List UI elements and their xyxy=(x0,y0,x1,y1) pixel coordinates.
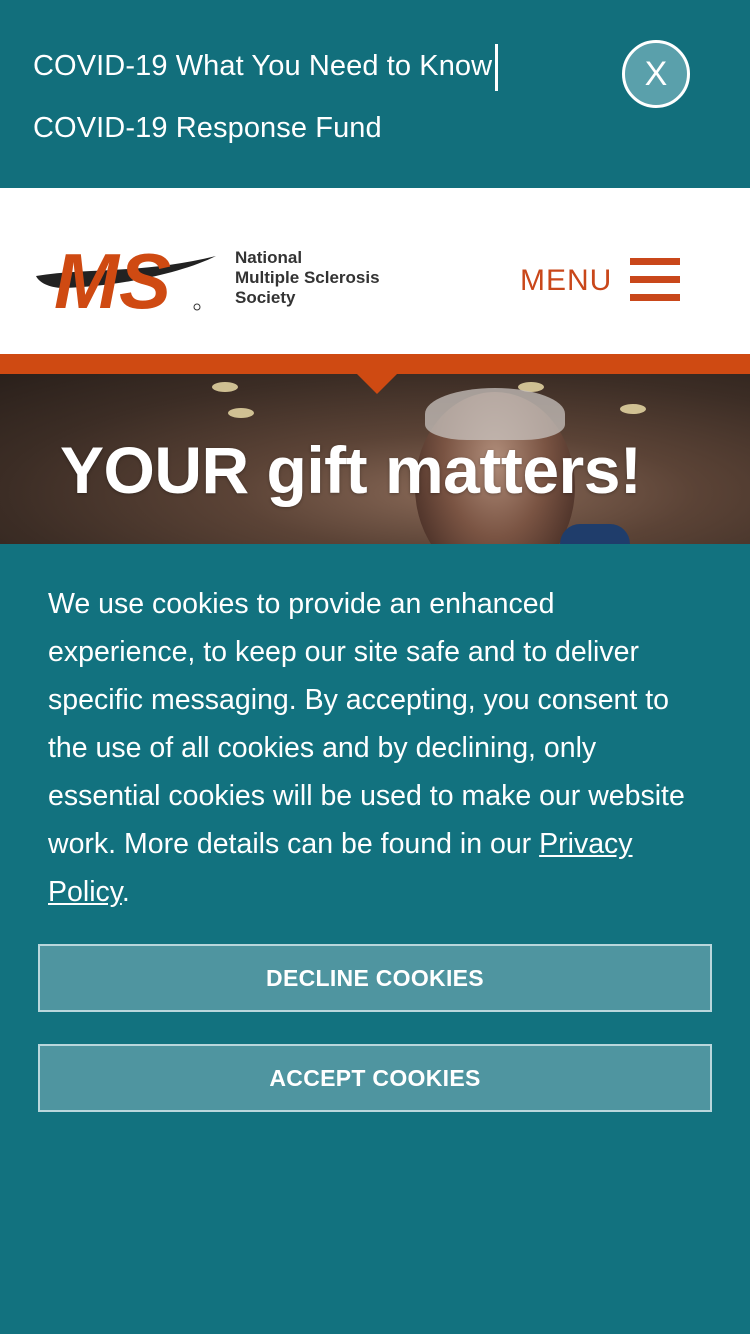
hero-banner: YOUR gift matters! xyxy=(0,374,750,544)
logo-mark-text: MS xyxy=(54,237,171,316)
org-name-line: National xyxy=(235,248,303,267)
hamburger-menu-icon[interactable] xyxy=(630,258,680,302)
cookie-message: We use cookies to provide an enhanced ex… xyxy=(48,580,708,916)
decline-cookies-button[interactable]: DECLINE COOKIES xyxy=(38,944,712,1012)
org-name-line: Society xyxy=(235,288,296,307)
stripe-notch xyxy=(357,374,397,394)
org-name-line: Multiple Sclerosis xyxy=(235,268,380,287)
alert-divider xyxy=(495,44,498,91)
header-accent-stripe xyxy=(0,354,750,374)
close-alert-button[interactable]: X xyxy=(622,40,690,108)
covid-alert-bar: COVID-19 What You Need to Know COVID-19 … xyxy=(0,0,750,188)
cookie-consent-panel: We use cookies to provide an enhanced ex… xyxy=(0,544,750,1334)
close-icon: X xyxy=(644,54,668,93)
accept-cookies-button[interactable]: ACCEPT COOKIES xyxy=(38,1044,712,1112)
site-header: MS National Multiple Sclerosis Society M… xyxy=(0,188,750,354)
covid-info-link[interactable]: COVID-19 What You Need to Know xyxy=(33,50,492,83)
hero-title: YOUR gift matters! xyxy=(60,433,642,507)
cookie-message-text: We use cookies to provide an enhanced ex… xyxy=(48,588,685,860)
org-name: National Multiple Sclerosis Society xyxy=(235,248,380,308)
menu-label[interactable]: MENU xyxy=(520,264,612,298)
ms-logo[interactable]: MS xyxy=(34,236,224,316)
cookie-message-end: . xyxy=(121,876,130,908)
covid-response-fund-link[interactable]: COVID-19 Response Fund xyxy=(33,112,382,145)
